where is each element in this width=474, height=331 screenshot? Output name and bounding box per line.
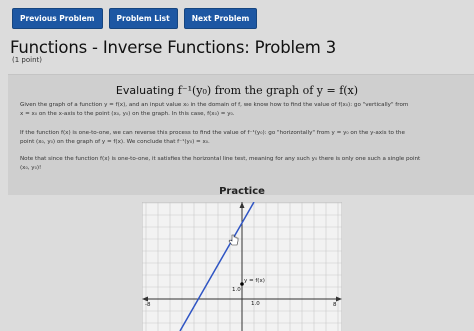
section-heading-math: f⁻¹(y₀) from the graph of y = f(x) xyxy=(177,84,359,97)
paragraph-3-line-2: (x₀, y₀)! xyxy=(20,164,42,171)
problem-nav: Previous Problem Problem List Next Probl… xyxy=(12,8,258,29)
paragraph-1-line-2: x = x₀ on the x-axis to the point (x₀, y… xyxy=(20,110,235,117)
paragraph-2: If the function f(x) is one-to-one, we c… xyxy=(20,129,468,146)
section-heading-lead: Evaluating xyxy=(115,84,178,97)
y-tick-label: 1.0 xyxy=(232,287,241,293)
paragraph-3-line-1: Note that since the function f(x) is one… xyxy=(20,156,421,162)
practice-heading: Practice xyxy=(219,186,265,197)
x-tick-label: 1.0 xyxy=(251,301,260,307)
x-axis-left-label: -8 xyxy=(145,302,151,308)
previous-problem-button[interactable]: Previous Problem xyxy=(12,8,103,29)
practice-graph[interactable]: y = f(x) 1.0 1.0 -8 8 xyxy=(142,202,342,331)
paragraph-3: Note that since the function f(x) is one… xyxy=(20,155,468,172)
paragraph-2-line-2: point (x₀, y₀) on the graph of y = f(x).… xyxy=(20,138,210,145)
section-heading: Evaluating f⁻¹(y₀) from the graph of y =… xyxy=(0,84,474,97)
curve-label: y = f(x) xyxy=(244,278,265,284)
paragraph-1-line-1: Given the graph of a function y = f(x), … xyxy=(20,102,409,108)
paragraph-1: Given the graph of a function y = f(x), … xyxy=(20,101,468,118)
paragraph-2-line-1: If the function f(x) is one-to-one, we c… xyxy=(20,130,405,136)
page-title: Functions - Inverse Functions: Problem 3 xyxy=(10,38,337,57)
problem-list-button[interactable]: Problem List xyxy=(108,8,178,29)
x-axis-right-label: 8 xyxy=(333,302,337,308)
points-label: (1 point) xyxy=(12,56,42,64)
next-problem-button[interactable]: Next Problem xyxy=(183,8,258,29)
